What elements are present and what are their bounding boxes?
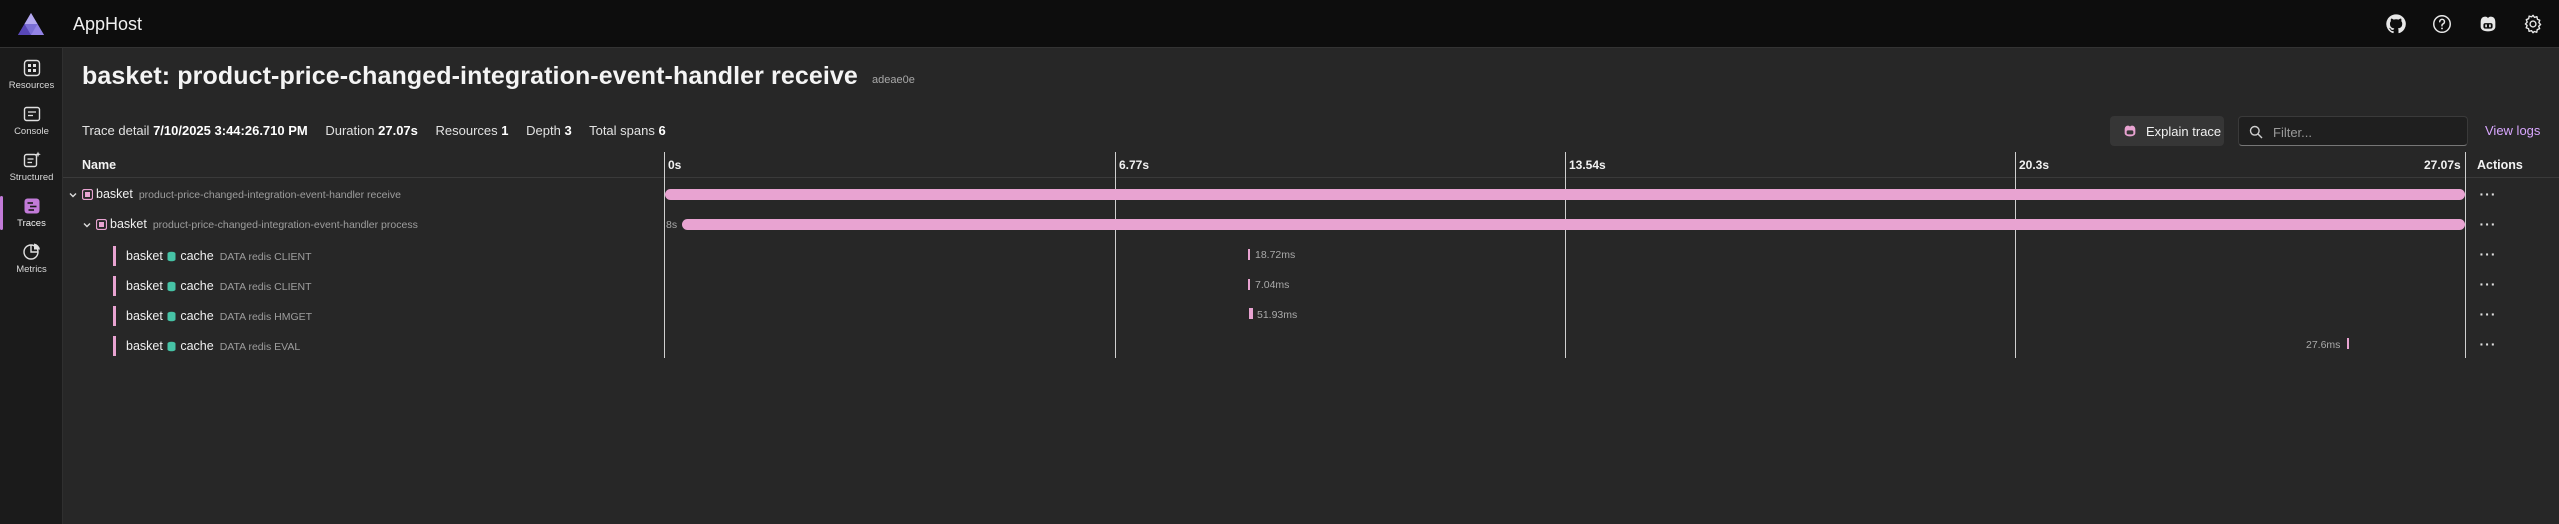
header-divider [63,177,2559,178]
sidebar-item-traces[interactable]: Traces [0,190,63,234]
copilot-icon [2124,125,2136,137]
sidebar-item-structured[interactable]: Structured [0,144,63,188]
filter-input-box[interactable] [2238,116,2468,146]
span-bar[interactable] [682,219,2465,230]
chevron-down-icon[interactable] [82,220,92,230]
explain-trace-label: Explain trace [2146,124,2222,139]
sidebar-item-label: Metrics [16,264,47,275]
span-indicator [113,246,116,266]
span-name[interactable]: basket cache DATA redis EVAL [126,339,300,353]
timeline-gridline [2015,152,2016,358]
timeline-gridline [1565,152,1566,358]
span-bar[interactable] [1249,308,1253,319]
span-duration: 7.04ms [1255,279,1290,291]
database-icon [167,311,176,322]
timeline-tick: 27.07s [2424,158,2461,172]
copilot-icon[interactable] [2477,13,2499,35]
timeline-gridline [1115,152,1116,358]
span-indicator [113,336,116,356]
name-column-header[interactable]: Name [82,158,116,172]
depth-meta: Depth 3 [526,123,572,138]
duration-meta: Duration 27.07s [325,123,418,138]
trace-detail-meta: Trace detail 7/10/2025 3:44:26.710 PM [82,123,308,138]
row-actions-button[interactable]: ··· [2476,216,2500,232]
span-name[interactable]: basket product-price-changed-integration-… [82,187,401,201]
github-icon[interactable] [2385,13,2407,35]
help-icon[interactable] [2431,13,2453,35]
sidebar-item-label: Resources [8,80,55,91]
sidebar-item-label: Structured [9,172,54,183]
app-title: AppHost [73,14,143,34]
span-bar[interactable] [1248,279,1250,290]
timeline-tick: 6.77s [1119,158,1150,172]
search-icon [2249,125,2263,139]
timeline-tick: 0s [668,158,682,172]
top-bar: AppHost [0,0,2559,48]
span-name[interactable]: basket cache DATA redis CLIENT [126,249,312,263]
filter-input[interactable] [2271,122,2460,142]
timeline-gridline [664,152,665,358]
view-logs-link[interactable]: View logs [2485,123,2540,138]
traces-icon [24,198,39,214]
actions-column-header: Actions [2477,158,2523,172]
span-bar[interactable] [665,189,2465,200]
span-duration: 27.6ms [2306,339,2341,351]
span-bar[interactable] [1248,249,1250,260]
timeline-gridline [2465,152,2466,358]
row-actions-button[interactable]: ··· [2476,306,2500,322]
span-start-label: 8s [666,219,678,231]
total-spans-meta: Total spans 6 [589,123,666,138]
sidebar-item-label: Traces [17,218,46,229]
sidebar-item-resources[interactable]: Resources [0,52,63,96]
database-icon [167,281,176,292]
database-icon [167,251,176,262]
span-duration: 51.93ms [1257,309,1298,321]
row-actions-button[interactable]: ··· [2476,336,2500,352]
row-actions-button[interactable]: ··· [2476,186,2500,202]
span-name[interactable]: basket product-price-changed-integration-… [96,217,418,231]
aspire-logo-icon[interactable] [16,11,46,37]
trace-id-badge: adeae0e [872,74,915,86]
page-title: basket: product-price-changed-integratio… [82,62,858,90]
chevron-down-icon[interactable] [68,190,78,200]
resources-meta: Resources 1 [435,123,509,138]
sidebar-item-label: Console [14,126,49,137]
span-name[interactable]: basket cache DATA redis CLIENT [126,279,312,293]
resources-icon [23,59,40,77]
row-actions-button[interactable]: ··· [2476,246,2500,262]
row-actions-button[interactable]: ··· [2476,276,2500,292]
settings-gear-icon[interactable] [2522,13,2544,35]
structured-icon [23,151,41,168]
span-indicator [113,306,116,326]
span-bar[interactable] [2347,338,2349,349]
sidebar-nav: Resources Console Structured Traces Metr… [0,48,63,524]
database-icon [167,341,176,352]
span-name[interactable]: basket cache DATA redis HMGET [126,309,312,323]
console-icon [23,106,40,122]
timeline-tick: 20.3s [2019,158,2050,172]
span-duration: 18.72ms [1255,249,1296,261]
explain-trace-button[interactable]: Explain trace [2110,116,2224,146]
sidebar-item-console[interactable]: Console [0,98,63,142]
timeline-tick: 13.54s [1569,158,1606,172]
trace-summary: Trace detail 7/10/2025 3:44:26.710 PM Du… [82,123,680,138]
metrics-icon [22,243,40,260]
sidebar-item-metrics[interactable]: Metrics [0,236,63,280]
service-icon [96,219,107,230]
service-icon [82,189,93,200]
span-indicator [113,276,116,296]
